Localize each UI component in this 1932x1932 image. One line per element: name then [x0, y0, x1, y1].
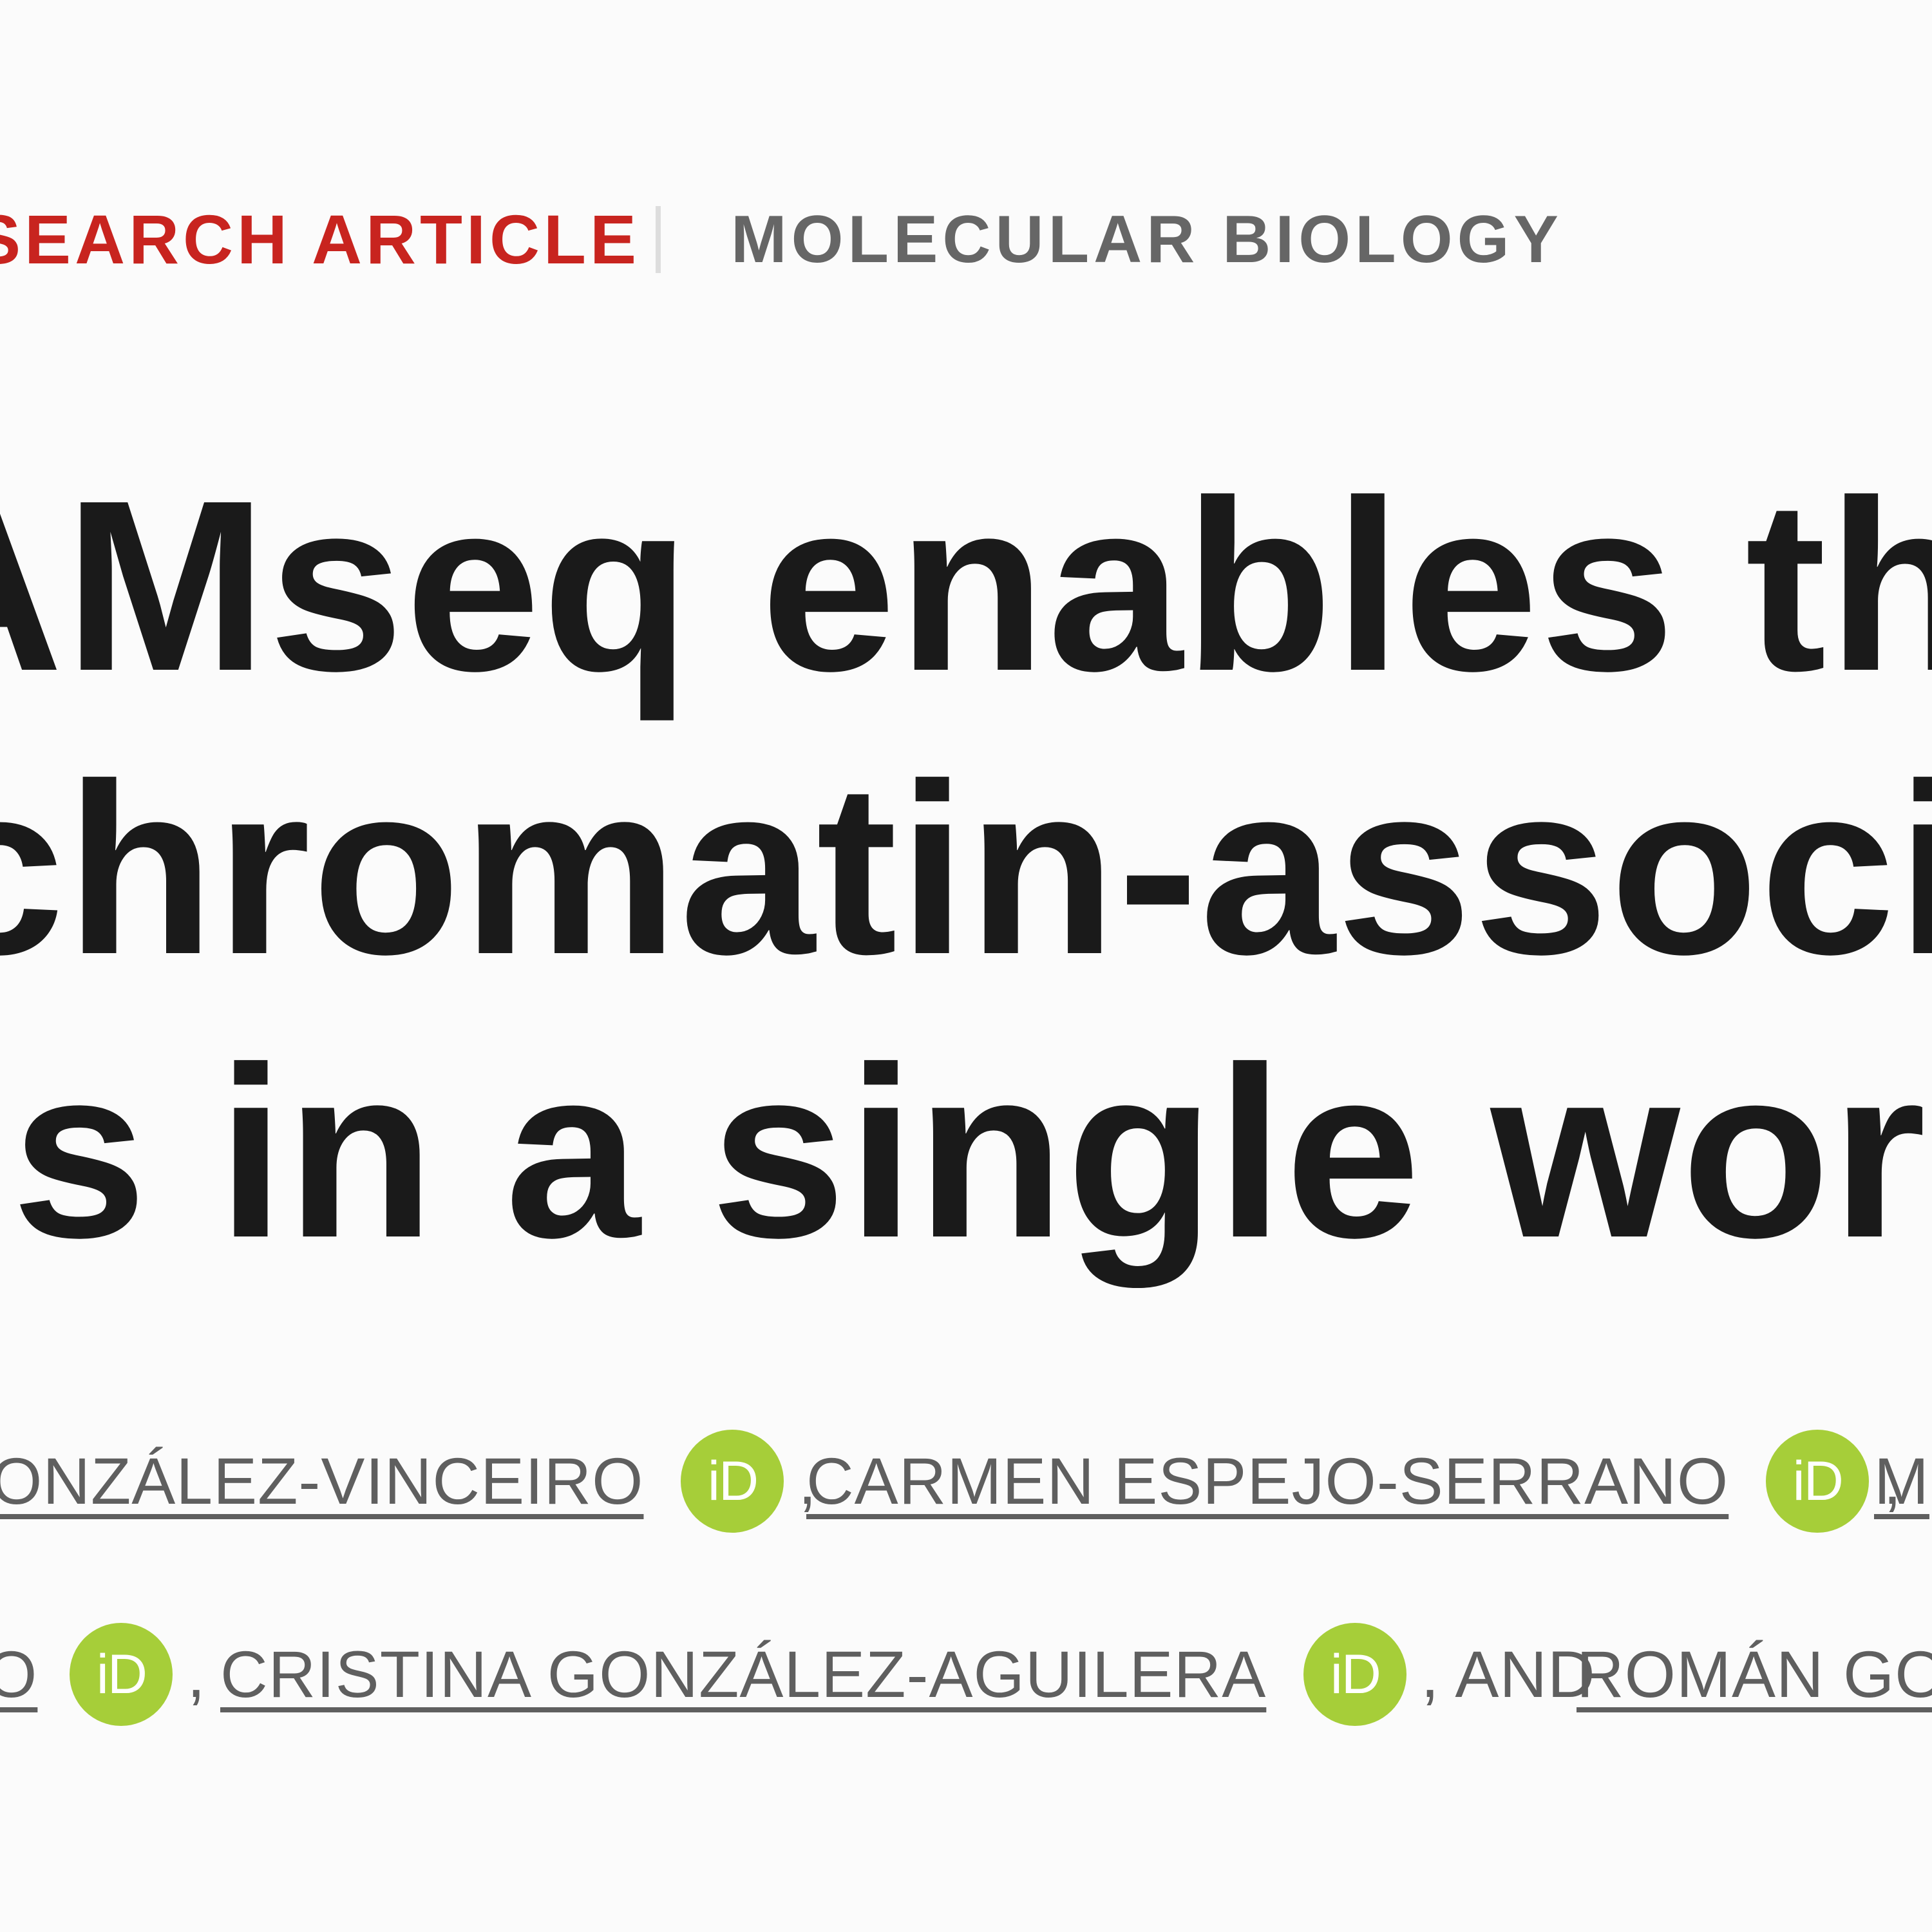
- article-type-label: SEARCH ARTICLE: [0, 200, 641, 278]
- author-entry: CRISTINA GONZÁLEZ-AGUILERA iD , AND: [220, 1610, 1611, 1739]
- author-list-row-1: ONZÁLEZ-VINCEIRO iD , CARMEN ESPEJO-SERR…: [0, 1417, 1932, 1546]
- author-entry: ONZÁLEZ-VINCEIRO iD ,: [0, 1417, 833, 1546]
- author-link[interactable]: ROMÁN GO: [1577, 1637, 1932, 1712]
- author-separator: ,: [187, 1637, 206, 1711]
- author-separator: , AND: [1421, 1637, 1596, 1711]
- author-link[interactable]: CRISTINA GONZÁLEZ-AGUILERA: [220, 1637, 1266, 1712]
- title-line-2: chromatin-associate: [0, 734, 1932, 1005]
- author-link[interactable]: O: [0, 1637, 37, 1712]
- article-title: AMseq enables the p chromatin-associate …: [0, 444, 1932, 1288]
- title-line-3: ns in a single workflo: [0, 1017, 1932, 1288]
- author-link[interactable]: CARMEN ESPEJO-SERRANO: [806, 1444, 1728, 1519]
- orcid-icon[interactable]: iD: [681, 1430, 784, 1533]
- category-divider: [656, 206, 661, 273]
- author-entry: ROMÁN GO: [1577, 1610, 1932, 1739]
- title-line-1: AMseq enables the p: [0, 450, 1932, 722]
- author-entry: O iD ,: [0, 1610, 222, 1739]
- author-link[interactable]: ONZÁLEZ-VINCEIRO: [0, 1444, 643, 1519]
- author-entry: M: [1874, 1417, 1929, 1546]
- orcid-icon[interactable]: iD: [1303, 1623, 1407, 1726]
- article-category-bar: SEARCH ARTICLE MOLECULAR BIOLOGY: [0, 193, 1932, 283]
- subject-label[interactable]: MOLECULAR BIOLOGY: [731, 201, 1563, 278]
- orcid-icon[interactable]: iD: [1766, 1430, 1870, 1533]
- author-link[interactable]: M: [1874, 1444, 1929, 1519]
- author-list-row-2: O iD , CRISTINA GONZÁLEZ-AGUILERA iD , A…: [0, 1610, 1932, 1739]
- orcid-icon[interactable]: iD: [70, 1623, 173, 1726]
- author-entry: CARMEN ESPEJO-SERRANO iD ,: [806, 1417, 1918, 1546]
